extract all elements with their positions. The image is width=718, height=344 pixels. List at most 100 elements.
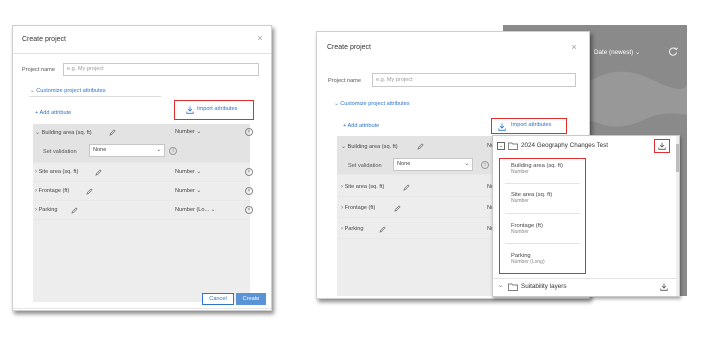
customize-attributes-label: Customize project attributes xyxy=(36,88,106,94)
scrollbar-thumb[interactable] xyxy=(676,144,679,172)
create-button[interactable]: Create xyxy=(236,293,266,305)
refresh-icon[interactable] xyxy=(668,46,678,56)
import-attributes-label: Import attributes xyxy=(197,106,238,112)
divider xyxy=(33,181,250,182)
add-attribute-button[interactable]: + Add attribute xyxy=(35,110,71,116)
attribute-row[interactable]: › Parking xyxy=(35,207,58,213)
divider xyxy=(13,308,271,309)
divider xyxy=(33,200,250,201)
attribute-name: Parking xyxy=(344,226,364,232)
pencil-icon[interactable] xyxy=(86,188,93,195)
attribute-row[interactable]: › Parking xyxy=(341,226,364,232)
attribute-row[interactable]: ⌄ Building area (sq. ft) xyxy=(341,143,398,150)
download-icon xyxy=(498,123,506,131)
chevron-right-icon: › xyxy=(35,188,37,194)
project-name-label: Project name xyxy=(22,67,55,73)
remove-attribute-icon[interactable]: × xyxy=(245,128,253,136)
import-attributes-button[interactable]: Import attributes xyxy=(174,100,254,120)
chevron-right-icon: › xyxy=(341,184,343,190)
attribute-row[interactable]: › Frontage (ft) xyxy=(35,188,69,194)
pencil-icon[interactable] xyxy=(417,143,424,150)
divider xyxy=(29,96,161,97)
pencil-icon[interactable] xyxy=(71,207,78,214)
attribute-name: Building area (sq. ft) xyxy=(41,130,92,136)
field-item[interactable]: Building area (sq. ft) Number xyxy=(511,163,563,175)
close-icon[interactable]: × xyxy=(255,33,265,43)
pencil-icon[interactable] xyxy=(394,205,401,212)
import-attributes-button[interactable]: Import attributes xyxy=(491,118,567,134)
divider xyxy=(505,183,580,184)
close-icon[interactable]: × xyxy=(569,42,579,52)
info-icon[interactable]: i xyxy=(169,147,177,155)
chevron-down-icon: ⌄ xyxy=(196,129,202,135)
attribute-type: Number xyxy=(175,188,195,194)
pencil-icon[interactable] xyxy=(95,169,102,176)
layer-group-title[interactable]: 2024 Geography Changes Test xyxy=(521,142,608,149)
download-icon[interactable] xyxy=(660,283,668,291)
project-name-input[interactable]: e.g. My project xyxy=(372,73,576,87)
layer-group-title[interactable]: Suitability layers xyxy=(521,283,567,290)
attribute-name: Frontage (ft) xyxy=(344,205,376,211)
attribute-name: Site area (sq. ft) xyxy=(38,169,79,175)
field-item[interactable]: Site area (sq. ft) Number xyxy=(511,192,552,204)
field-type: Number xyxy=(511,229,529,235)
collapse-toggle-icon[interactable]: ⌄ xyxy=(497,142,505,150)
chevron-right-icon: › xyxy=(35,169,37,175)
remove-attribute-icon[interactable]: × xyxy=(245,168,253,176)
attribute-name: Frontage (ft) xyxy=(38,188,70,194)
validation-value: None xyxy=(93,147,107,153)
field-type: Number xyxy=(511,169,529,175)
chevron-down-icon: ⌄ xyxy=(30,88,35,94)
cancel-button[interactable]: Cancel xyxy=(202,293,234,305)
attribute-name: Site area (sq. ft) xyxy=(344,184,385,190)
project-name-label: Project name xyxy=(328,78,361,84)
set-validation-label: Set validation xyxy=(43,149,77,155)
divider xyxy=(493,278,676,279)
customize-attributes-toggle[interactable]: ⌄ Customize project attributes xyxy=(30,88,106,94)
divider xyxy=(33,219,250,220)
attribute-type-select[interactable]: Number ⌄ xyxy=(175,169,201,175)
chevron-down-icon: ⌄ xyxy=(196,169,202,175)
chevron-right-icon: › xyxy=(341,205,343,211)
chevron-down-icon: ⌄ xyxy=(210,207,216,213)
divider xyxy=(13,53,271,54)
chevron-down-icon[interactable]: ⌄ xyxy=(498,282,503,289)
pencil-icon[interactable] xyxy=(403,184,410,191)
chevron-down-icon: ⌄ xyxy=(156,147,161,153)
set-validation-label: Set validation xyxy=(348,163,382,169)
attribute-type: Number xyxy=(175,169,195,175)
validation-select[interactable]: None ⌄ xyxy=(393,158,473,171)
project-name-input[interactable]: e.g. My project xyxy=(63,63,259,76)
customize-attributes-toggle[interactable]: ⌄ Customize project attributes xyxy=(334,101,410,107)
chevron-down-icon: ⌄ xyxy=(35,130,41,136)
attribute-type-select[interactable]: Number ⌄ xyxy=(175,188,201,194)
folder-icon xyxy=(508,283,518,291)
customize-attributes-label: Customize project attributes xyxy=(340,101,410,107)
remove-attribute-icon[interactable]: × xyxy=(245,187,253,195)
folder-icon xyxy=(508,142,518,150)
pencil-icon[interactable] xyxy=(379,226,386,233)
download-icon xyxy=(658,142,666,150)
chevron-down-icon: ⌄ xyxy=(634,49,641,56)
sort-dropdown[interactable]: Date (newest) ⌄ xyxy=(594,49,640,56)
divider xyxy=(505,243,580,244)
add-attribute-button[interactable]: + Add attribute xyxy=(343,123,379,129)
attribute-type-select[interactable]: Number (Lo... ⌄ xyxy=(175,207,215,213)
validation-value: None xyxy=(397,161,411,167)
attribute-row[interactable]: ⌄ Building area (sq. ft) xyxy=(35,129,92,136)
field-item[interactable]: Frontage (ft) Number xyxy=(511,223,543,235)
info-icon[interactable]: i xyxy=(481,161,489,169)
field-type: Number xyxy=(511,198,529,204)
attribute-type: Number (Lo... xyxy=(175,207,210,213)
divider xyxy=(505,213,580,214)
pencil-icon[interactable] xyxy=(109,129,116,136)
remove-attribute-icon[interactable]: × xyxy=(245,206,253,214)
attribute-type-select[interactable]: Number ⌄ xyxy=(175,129,201,135)
import-layer-button[interactable] xyxy=(654,139,670,153)
validation-select[interactable]: None ⌄ xyxy=(89,144,165,157)
field-type: Number (Long) xyxy=(511,259,545,265)
field-item[interactable]: Parking Number (Long) xyxy=(511,253,545,265)
attribute-row[interactable]: › Site area (sq. ft) xyxy=(35,169,78,175)
attribute-row[interactable]: › Site area (sq. ft) xyxy=(341,184,384,190)
attribute-row[interactable]: › Frontage (ft) xyxy=(341,205,375,211)
